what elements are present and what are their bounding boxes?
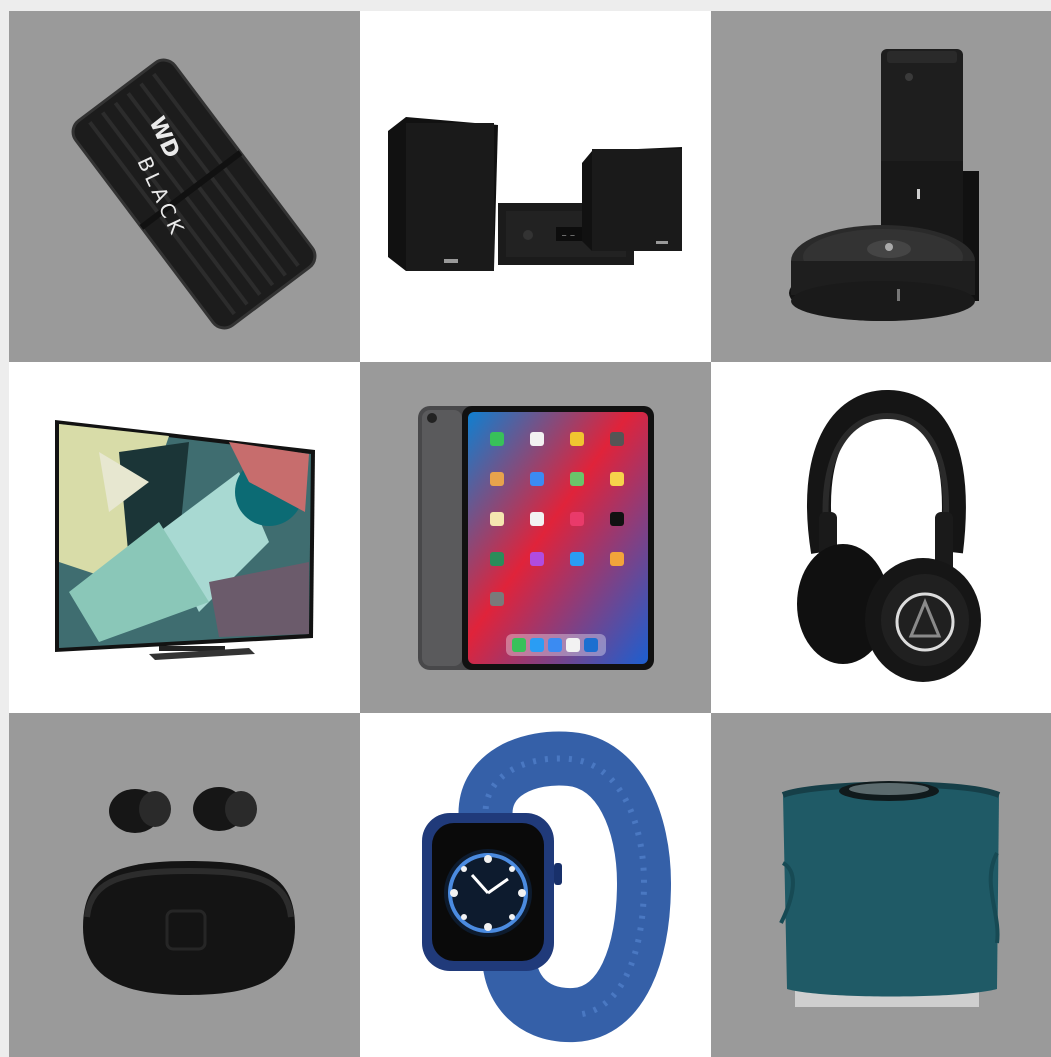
smartwatch-image: [422, 731, 672, 1042]
smartwatch-tile: [360, 713, 711, 1057]
earbuds-tile: [9, 713, 360, 1057]
robot-vacuum-tile: [711, 11, 1051, 362]
tv-image: [55, 420, 315, 660]
hifi-system-image: — —: [388, 117, 682, 271]
svg-text:— —: — —: [562, 231, 575, 239]
tablet-tile: [360, 362, 711, 713]
tablet-image: [418, 406, 654, 670]
headphones-tile: [711, 362, 1051, 713]
tv-tile: [9, 362, 360, 713]
robot-vacuum-image: [789, 49, 979, 321]
speaker-image: [779, 781, 1001, 1007]
hard-drive-tile: WD BLACK: [9, 11, 360, 362]
hard-drive-image: WD BLACK: [71, 58, 317, 330]
speaker-tile: [711, 713, 1051, 1057]
headphones-image: [797, 389, 981, 682]
hifi-system-tile: — —: [360, 11, 711, 362]
product-grid: WD BLACK — —: [9, 11, 1051, 1057]
earbuds-image: [83, 787, 295, 995]
